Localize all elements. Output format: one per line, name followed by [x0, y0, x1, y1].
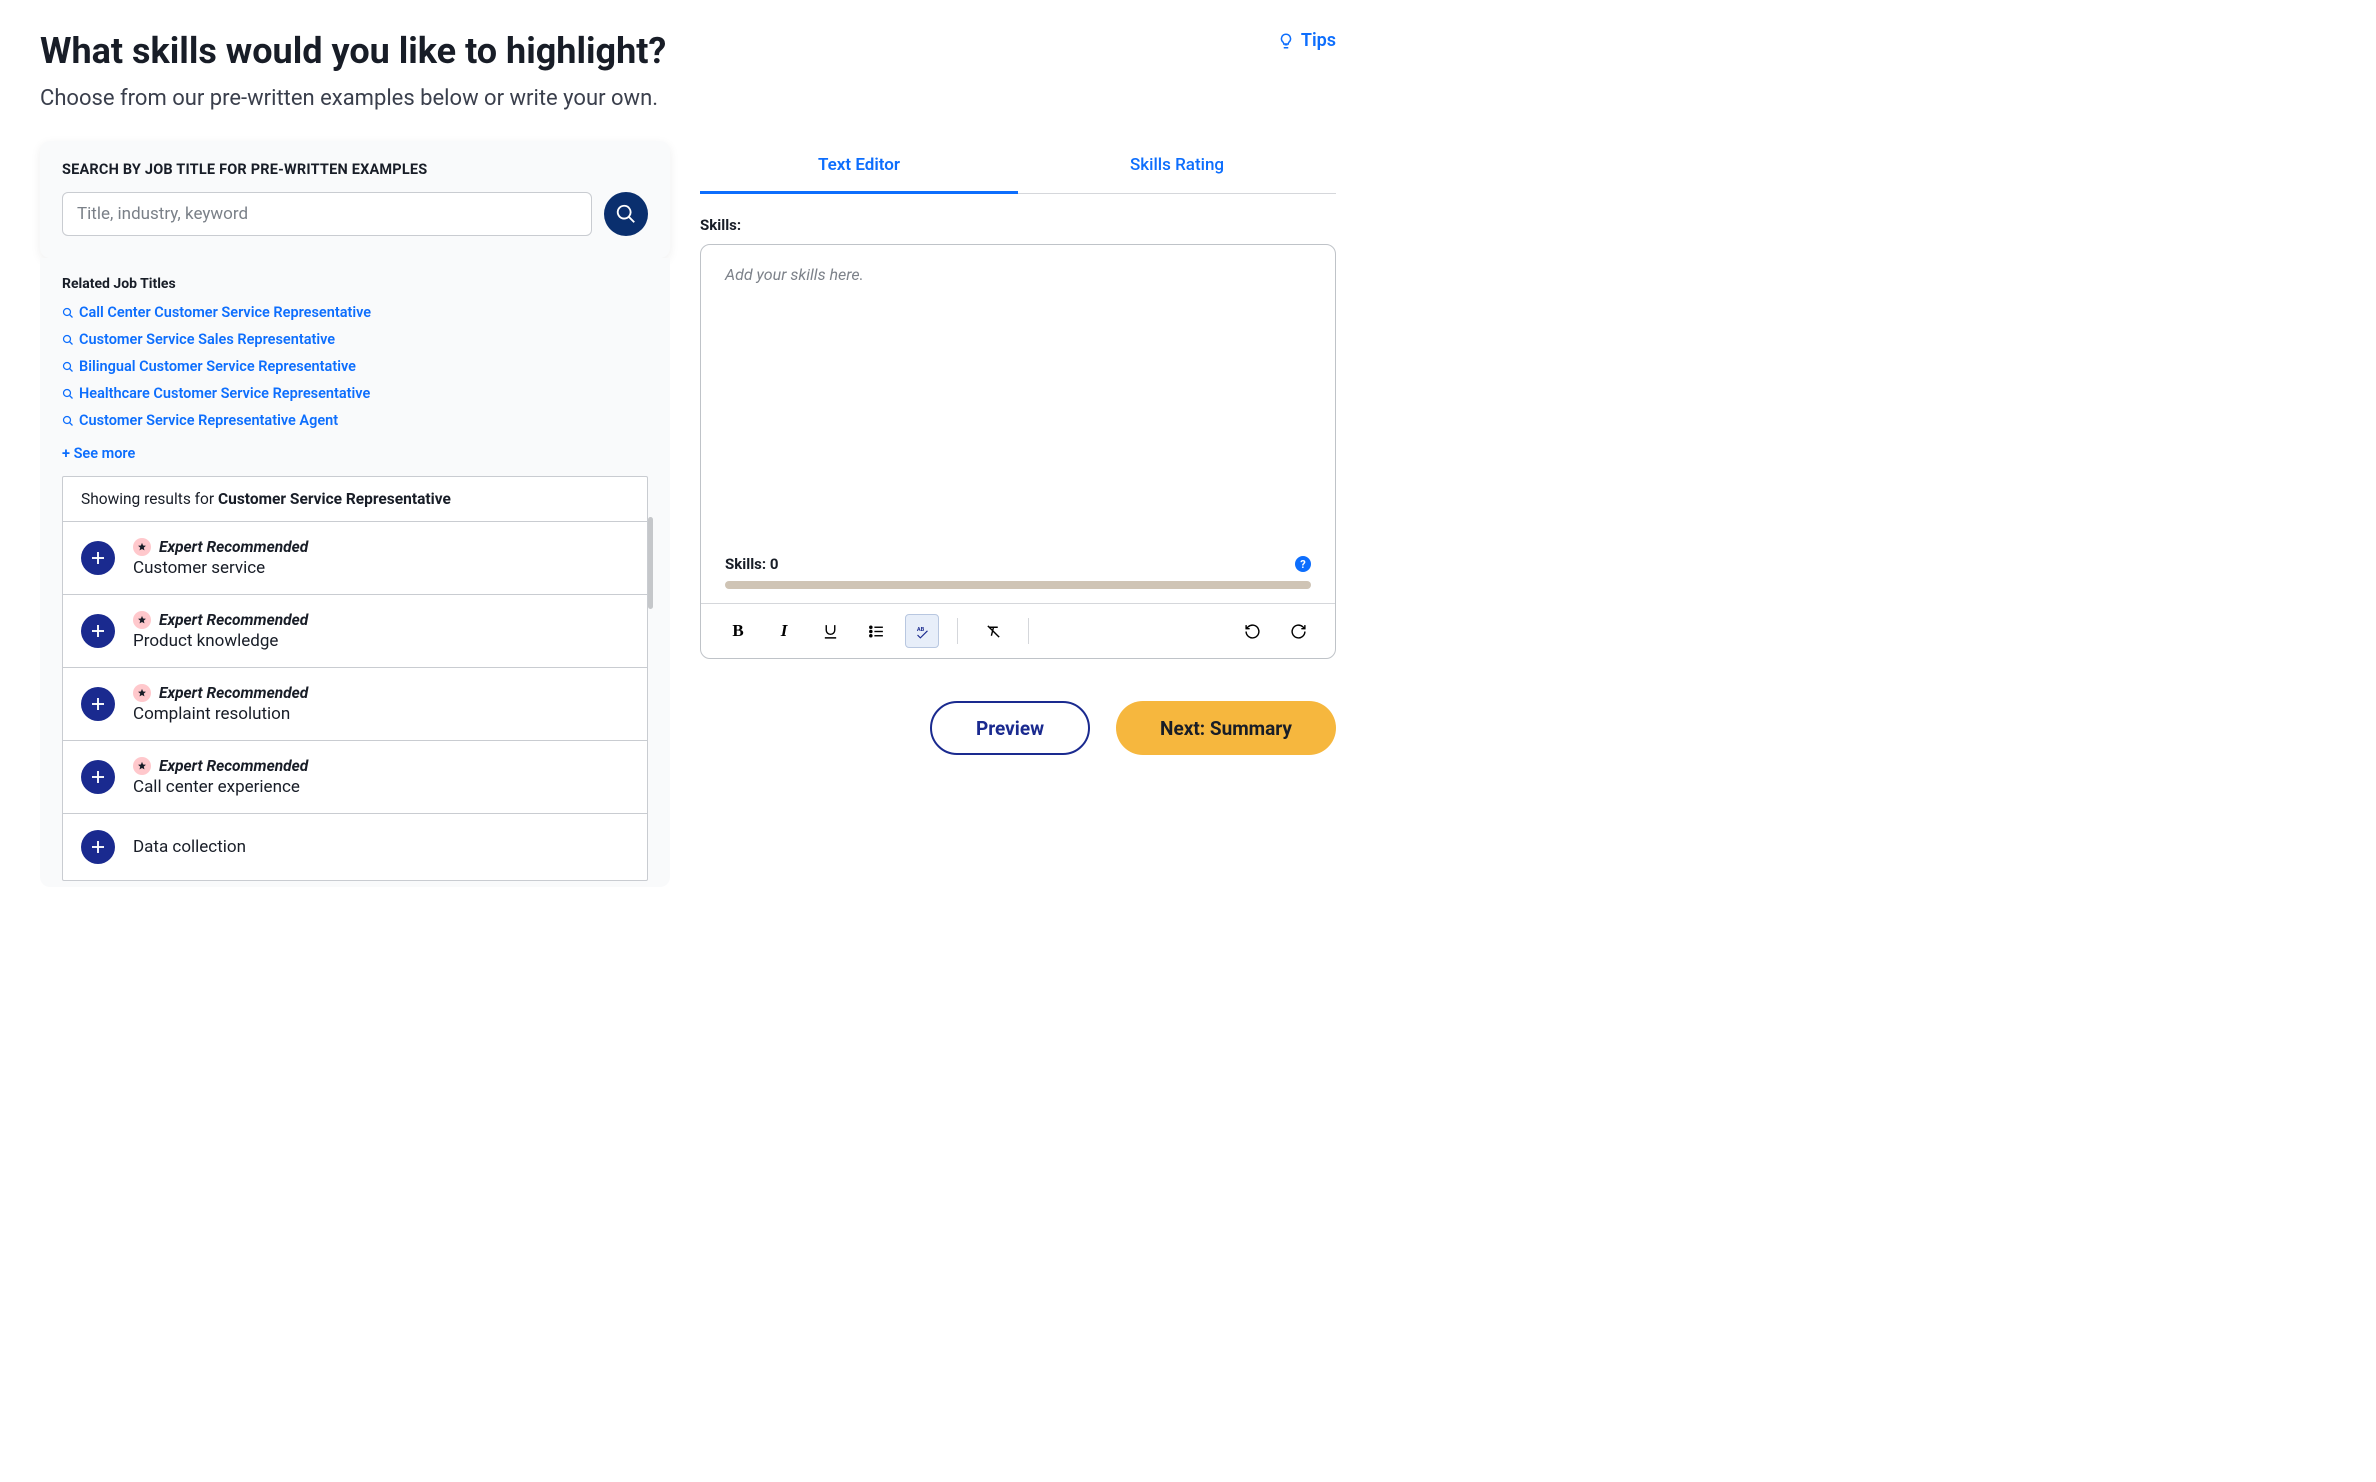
plus-icon — [89, 838, 107, 856]
see-more-link[interactable]: + See more — [62, 445, 135, 462]
related-link-label: Healthcare Customer Service Representati… — [79, 385, 370, 402]
related-link[interactable]: Healthcare Customer Service Representati… — [62, 385, 370, 402]
results-header: Showing results for Customer Service Rep… — [63, 477, 647, 522]
recommended-label: Expert Recommended — [159, 684, 308, 702]
related-link-label: Customer Service Representative Agent — [79, 412, 338, 429]
result-item[interactable]: Data collection — [63, 814, 647, 880]
skill-name: Customer service — [133, 558, 308, 578]
results-header-term: Customer Service Representative — [218, 490, 451, 508]
search-icon — [615, 203, 637, 225]
search-button[interactable] — [604, 192, 648, 236]
clear-format-button[interactable] — [976, 614, 1010, 648]
related-link[interactable]: Customer Service Sales Representative — [62, 331, 335, 348]
page-subtitle: Choose from our pre-written examples bel… — [40, 86, 666, 111]
result-item[interactable]: Expert Recommended Customer service — [63, 522, 647, 595]
results-header-prefix: Showing results for — [81, 490, 218, 508]
tab-skills-rating[interactable]: Skills Rating — [1018, 141, 1336, 193]
search-input[interactable] — [62, 192, 592, 236]
scrollbar-thumb[interactable] — [648, 517, 653, 609]
plus-icon — [89, 695, 107, 713]
search-icon — [62, 334, 74, 346]
add-skill-button[interactable] — [81, 687, 115, 721]
editor-toolbar: B I AB — [701, 603, 1335, 658]
recommended-label: Expert Recommended — [159, 757, 308, 775]
skills-section-label: Skills: — [700, 216, 1336, 234]
star-icon — [133, 684, 151, 702]
preview-button[interactable]: Preview — [930, 701, 1090, 755]
info-icon[interactable]: ? — [1295, 556, 1311, 572]
spellcheck-button[interactable]: AB — [905, 614, 939, 648]
related-link[interactable]: Customer Service Representative Agent — [62, 412, 338, 429]
skill-name: Product knowledge — [133, 631, 308, 651]
related-link-label: Bilingual Customer Service Representativ… — [79, 358, 356, 375]
add-skill-button[interactable] — [81, 760, 115, 794]
add-skill-button[interactable] — [81, 614, 115, 648]
recommended-label: Expert Recommended — [159, 538, 308, 556]
skill-progress-bar — [725, 581, 1311, 589]
tips-link[interactable]: Tips — [1277, 30, 1336, 51]
result-item[interactable]: Expert Recommended Call center experienc… — [63, 741, 647, 814]
tab-text-editor[interactable]: Text Editor — [700, 141, 1018, 194]
related-links-list: Call Center Customer Service Representat… — [62, 304, 648, 429]
svg-text:AB: AB — [916, 626, 924, 632]
related-link[interactable]: Call Center Customer Service Representat… — [62, 304, 371, 321]
redo-button[interactable] — [1281, 614, 1315, 648]
search-icon — [62, 361, 74, 373]
related-link[interactable]: Bilingual Customer Service Representativ… — [62, 358, 356, 375]
add-skill-button[interactable] — [81, 830, 115, 864]
add-skill-button[interactable] — [81, 541, 115, 575]
related-link-label: Customer Service Sales Representative — [79, 331, 335, 348]
skill-count-label: Skills: 0 — [725, 555, 778, 573]
search-icon — [62, 415, 74, 427]
underline-button[interactable] — [813, 614, 847, 648]
lightbulb-icon — [1277, 32, 1295, 50]
next-summary-button[interactable]: Next: Summary — [1116, 701, 1336, 755]
recommended-label: Expert Recommended — [159, 611, 308, 629]
bullet-list-button[interactable] — [859, 614, 893, 648]
star-icon — [133, 757, 151, 775]
toolbar-divider — [957, 618, 958, 644]
result-item[interactable]: Expert Recommended Complaint resolution — [63, 668, 647, 741]
page-title: What skills would you like to highlight? — [40, 30, 666, 72]
italic-button[interactable]: I — [767, 614, 801, 648]
search-section-label: SEARCH BY JOB TITLE FOR PRE-WRITTEN EXAM… — [62, 161, 648, 178]
bold-button[interactable]: B — [721, 614, 755, 648]
undo-button[interactable] — [1235, 614, 1269, 648]
skill-name: Complaint resolution — [133, 704, 308, 724]
plus-icon — [89, 622, 107, 640]
skills-editor[interactable]: Add your skills here. — [701, 245, 1335, 555]
results-list: Showing results for Customer Service Rep… — [62, 476, 648, 881]
search-icon — [62, 307, 74, 319]
plus-icon — [89, 549, 107, 567]
toolbar-divider — [1028, 618, 1029, 644]
skill-name: Call center experience — [133, 777, 308, 797]
result-item[interactable]: Expert Recommended Product knowledge — [63, 595, 647, 668]
star-icon — [133, 611, 151, 629]
star-icon — [133, 538, 151, 556]
skill-name: Data collection — [133, 837, 246, 857]
related-link-label: Call Center Customer Service Representat… — [79, 304, 371, 321]
plus-icon — [89, 768, 107, 786]
related-titles-heading: Related Job Titles — [62, 276, 648, 292]
search-icon — [62, 388, 74, 400]
tips-label: Tips — [1301, 30, 1336, 51]
